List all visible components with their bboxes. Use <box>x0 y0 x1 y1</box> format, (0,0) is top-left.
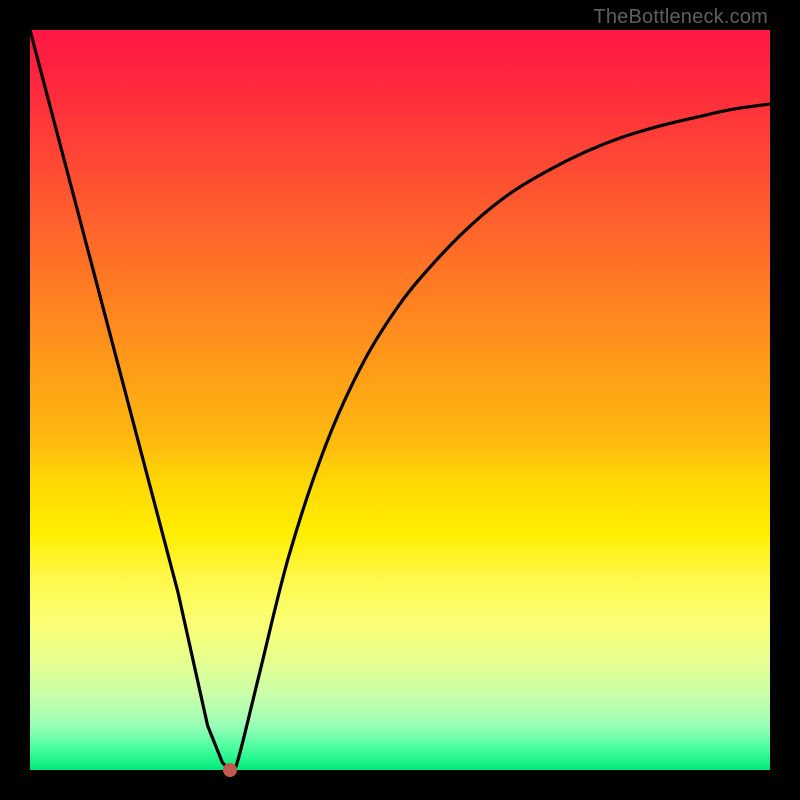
bottleneck-curve <box>30 30 770 770</box>
watermark-text: TheBottleneck.com <box>593 6 768 29</box>
chart-frame <box>30 30 770 770</box>
min-point-marker <box>223 763 237 777</box>
curve-path <box>30 30 770 770</box>
